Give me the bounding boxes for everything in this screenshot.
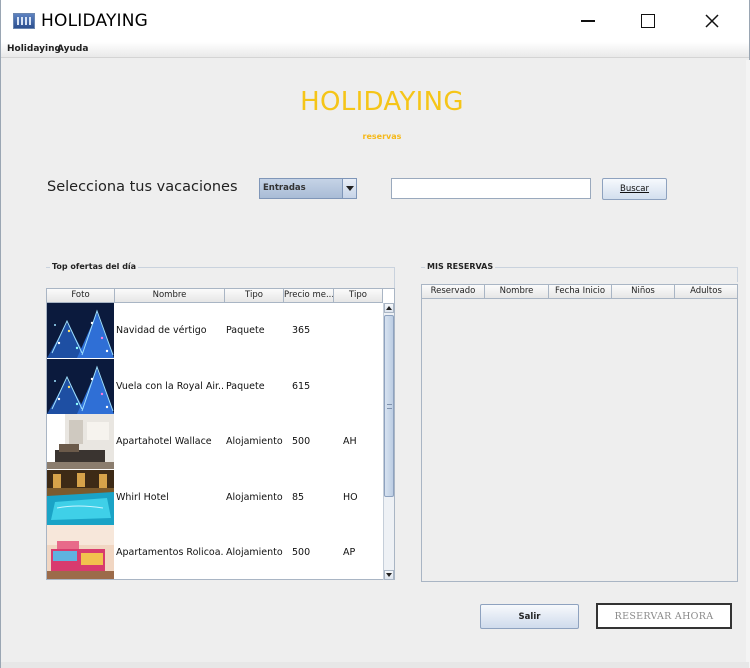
table-row[interactable]: Apartamentos Rolicoa... Alojamiento 500 … xyxy=(47,525,383,579)
category-dropdown-value: Entradas xyxy=(263,183,306,193)
arrow-up-icon xyxy=(386,306,392,310)
offers-rows: Navidad de vértigo Paquete 365 Vuela con… xyxy=(47,303,383,579)
column-header-tipo-codigo[interactable]: Tipo xyxy=(334,289,383,302)
table-row[interactable]: Navidad de vértigo Paquete 365 xyxy=(47,303,383,359)
offer-type: Alojamiento xyxy=(226,491,283,503)
category-dropdown[interactable]: Entradas xyxy=(259,178,357,199)
offer-name: Apartamentos Rolicoa... xyxy=(116,547,224,559)
column-header-reservado[interactable]: Reservado xyxy=(422,285,485,298)
offer-type: Paquete xyxy=(226,325,265,336)
offers-panel-title: Top ofertas del día xyxy=(50,262,139,271)
offer-name: Whirl Hotel xyxy=(116,491,169,503)
minimize-button[interactable] xyxy=(565,0,611,42)
scroll-up-button[interactable] xyxy=(384,303,394,313)
offer-name: Apartahotel Wallace xyxy=(116,436,212,448)
menu-bar: Holidaying Ayuda xyxy=(1,42,749,58)
offer-code xyxy=(343,359,383,414)
reservations-table-header: Reservado Nombre Fecha Inicio Niños Adul… xyxy=(422,285,737,299)
app-window: HOLIDAYING Holidaying Ayuda HOLIDAYING r… xyxy=(0,0,750,668)
photo-christmas-lights xyxy=(47,303,114,358)
offer-type: Paquete xyxy=(226,380,265,392)
offer-type: Alojamiento xyxy=(226,436,283,448)
offer-code: AP xyxy=(343,547,356,559)
table-row[interactable]: Vuela con la Royal Air... Paquete 615 xyxy=(47,358,383,415)
photo-hotel-pool xyxy=(47,469,114,525)
offer-name: Navidad de vértigo xyxy=(116,325,207,336)
search-input[interactable] xyxy=(391,178,591,199)
photo-bedroom xyxy=(47,525,114,579)
app-logo-icon xyxy=(13,13,35,29)
window-title: HOLIDAYING xyxy=(41,11,149,31)
close-icon xyxy=(705,14,719,28)
offer-type: Alojamiento xyxy=(226,547,283,559)
window-right-edge xyxy=(746,60,750,668)
title-bar[interactable]: HOLIDAYING xyxy=(1,0,749,42)
app-heading: HOLIDAYING xyxy=(300,87,464,117)
table-row[interactable]: Apartahotel Wallace Alojamiento 500 AH xyxy=(47,414,383,470)
offer-price: 615 xyxy=(292,380,311,392)
close-button[interactable] xyxy=(689,0,735,42)
exit-button[interactable]: Salir xyxy=(480,604,579,629)
app-subheading: reservas xyxy=(362,132,402,141)
offer-price: 500 xyxy=(292,547,311,559)
offers-scrollbar[interactable] xyxy=(383,303,394,580)
reservations-panel-title: MIS RESERVAS xyxy=(425,262,496,271)
arrow-down-icon xyxy=(386,573,392,577)
grip-icon xyxy=(387,404,392,409)
column-header-nombre[interactable]: Nombre xyxy=(115,289,225,302)
offers-table-header: Foto Nombre Tipo Precio me... Tipo xyxy=(47,289,383,303)
photo-apartment-interior xyxy=(47,414,114,470)
maximize-button[interactable] xyxy=(625,0,671,42)
offer-code xyxy=(343,303,383,358)
menu-ayuda[interactable]: Ayuda xyxy=(57,44,88,54)
column-header-nombre[interactable]: Nombre xyxy=(485,285,549,298)
column-header-tipo[interactable]: Tipo xyxy=(225,289,284,302)
reservations-panel: MIS RESERVAS xyxy=(421,262,738,282)
offer-price: 85 xyxy=(292,491,305,503)
search-button[interactable]: Buscar xyxy=(602,178,667,200)
column-header-foto[interactable]: Foto xyxy=(47,289,115,302)
offer-name: Vuela con la Royal Air... xyxy=(116,380,224,392)
offer-code: HO xyxy=(343,491,358,503)
chevron-down-icon[interactable] xyxy=(342,179,356,198)
maximize-icon xyxy=(641,14,655,28)
menu-holidaying[interactable]: Holidaying xyxy=(7,44,61,54)
column-header-precio[interactable]: Precio me... xyxy=(284,289,334,302)
table-row[interactable]: Whirl Hotel Alojamiento 85 HO xyxy=(47,469,383,526)
scroll-down-button[interactable] xyxy=(384,570,394,580)
offer-price: 500 xyxy=(292,436,311,448)
offer-price: 365 xyxy=(292,325,311,336)
scrollbar-thumb[interactable] xyxy=(384,315,394,497)
photo-christmas-lights xyxy=(47,358,114,414)
offers-table: Foto Nombre Tipo Precio me... Tipo Navid… xyxy=(46,288,395,580)
column-header-fecha-inicio[interactable]: Fecha Inicio xyxy=(549,285,612,298)
minimize-icon xyxy=(581,20,595,22)
column-header-ninos[interactable]: Niños xyxy=(612,285,675,298)
vacation-select-label: Selecciona tus vacaciones xyxy=(47,179,238,195)
window-bottom-edge xyxy=(1,662,749,668)
column-header-adultos[interactable]: Adultos xyxy=(675,285,737,298)
offer-code: AH xyxy=(343,436,357,448)
book-now-button[interactable]: RESERVAR AHORA xyxy=(596,603,732,629)
reservations-table: Reservado Nombre Fecha Inicio Niños Adul… xyxy=(421,284,738,582)
